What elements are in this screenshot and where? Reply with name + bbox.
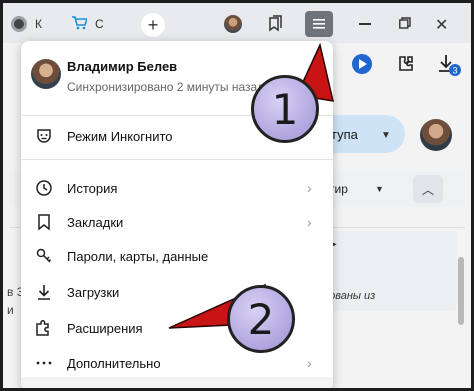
step-badge-1: 1 [251,75,319,143]
step-badge-2: 2 [227,285,295,353]
browser-window: К С + ✕ 3 тупа ▼ тир ▼ ︿ рованы из в 3 и… [0,0,474,391]
